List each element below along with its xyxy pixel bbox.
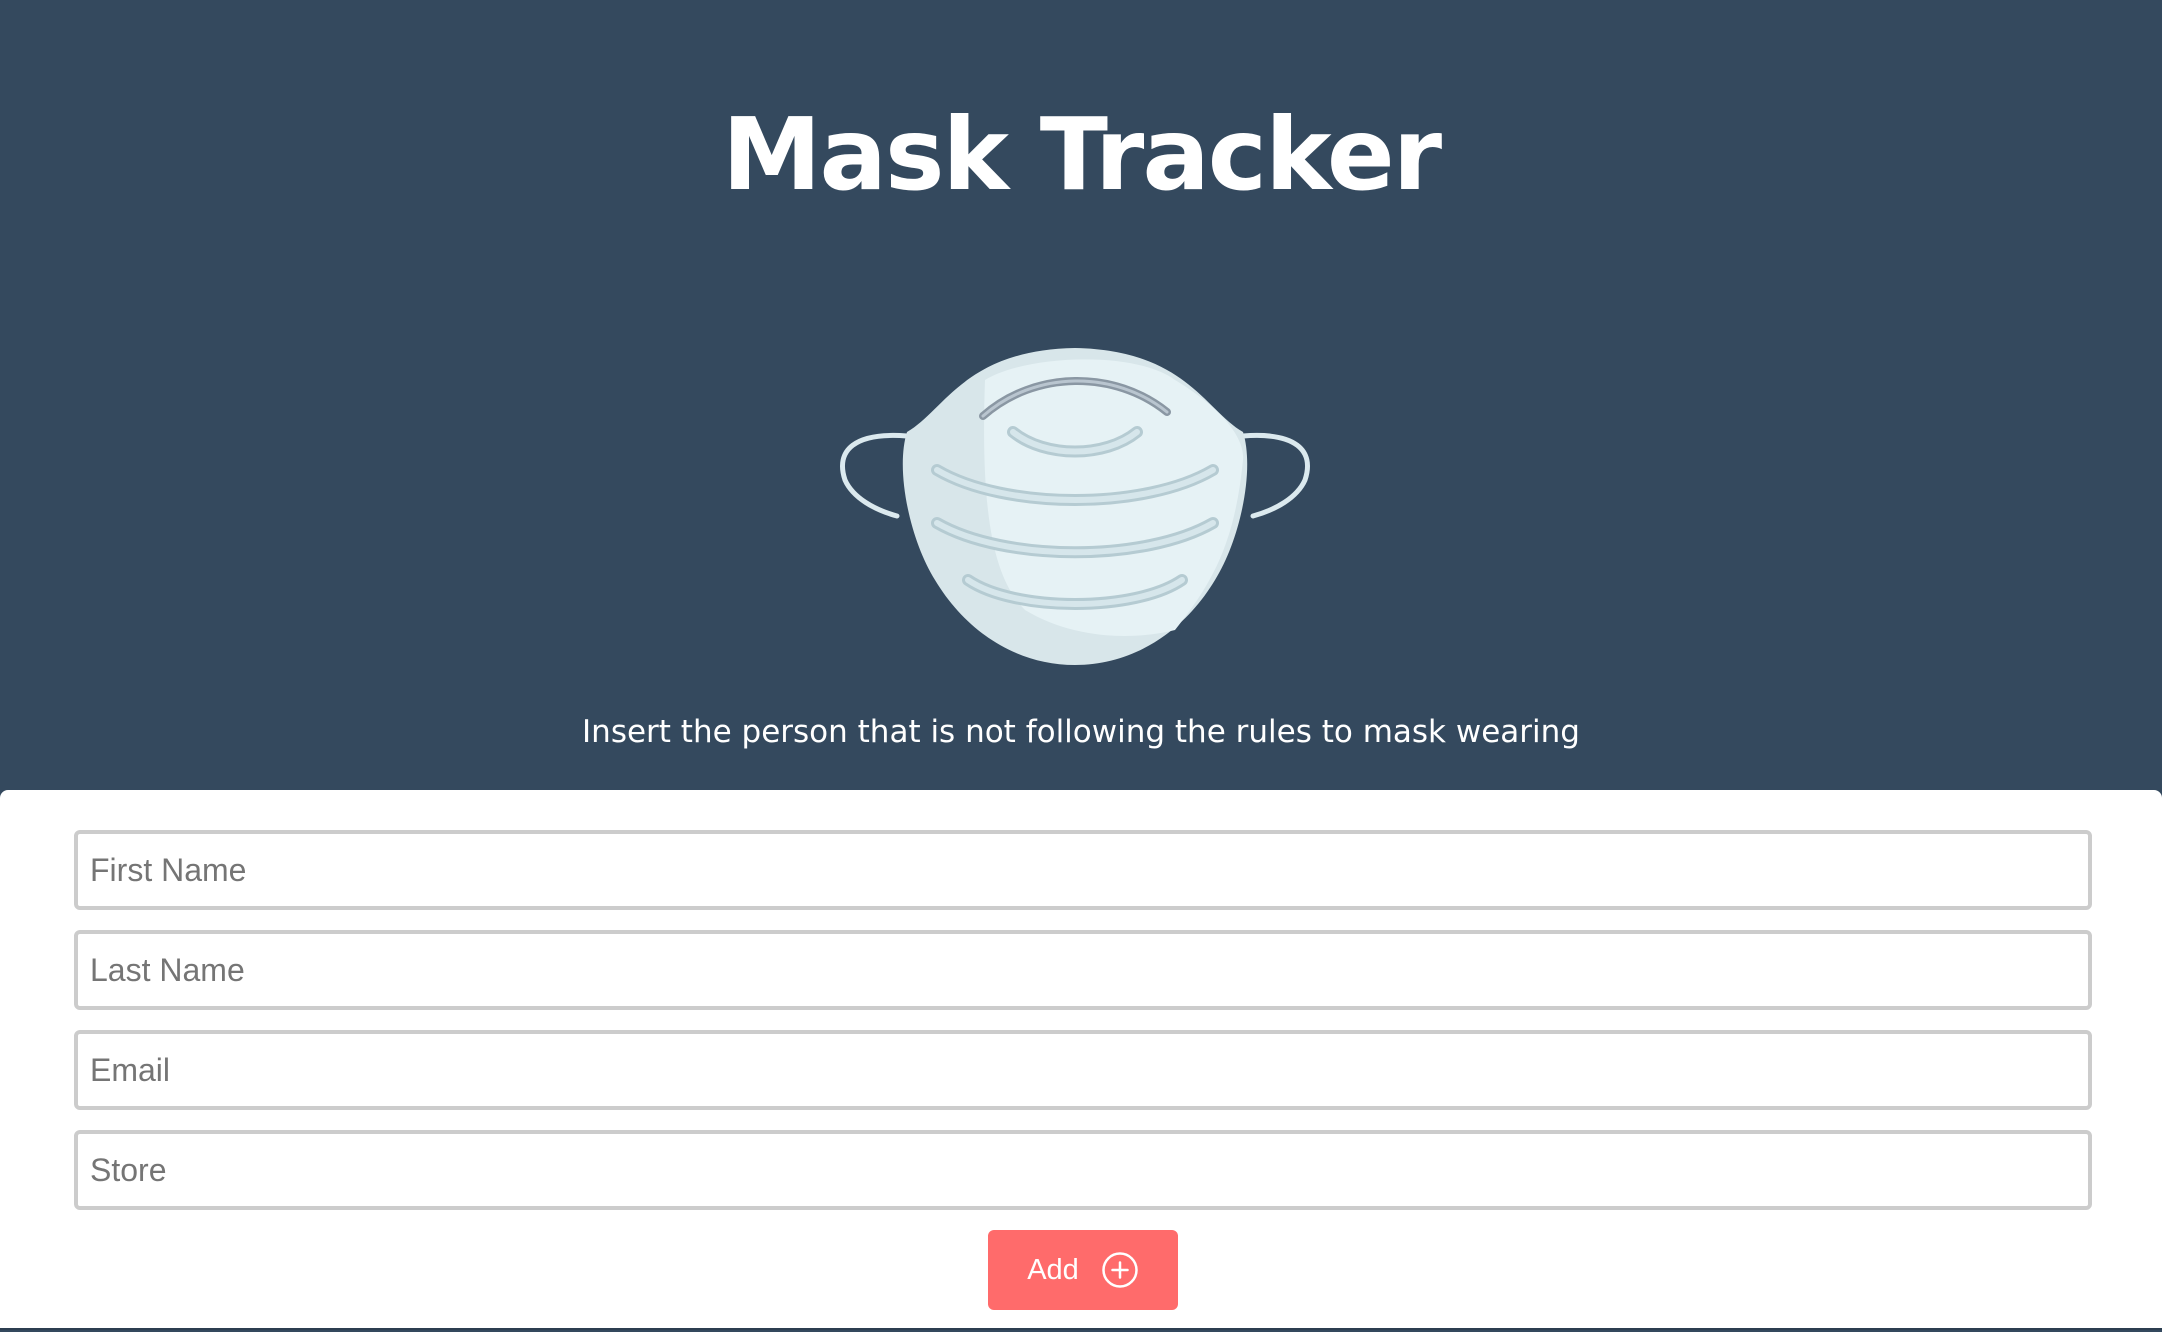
last-name-input[interactable]: [74, 930, 2092, 1010]
page-header: Mask Tracker Insert the person that is n…: [0, 0, 2162, 790]
store-input[interactable]: [74, 1130, 2092, 1210]
page-subtitle: Insert the person that is not following …: [582, 714, 1580, 750]
page-title: Mask Tracker: [721, 96, 1442, 213]
first-name-input[interactable]: [74, 830, 2092, 910]
report-form: Add: [0, 790, 2162, 1330]
add-button[interactable]: Add: [988, 1230, 1178, 1310]
plus-circle-icon: [1101, 1251, 1139, 1289]
email-input[interactable]: [74, 1030, 2092, 1110]
add-button-label: Add: [1027, 1253, 1079, 1286]
face-mask-icon: [840, 348, 1310, 665]
